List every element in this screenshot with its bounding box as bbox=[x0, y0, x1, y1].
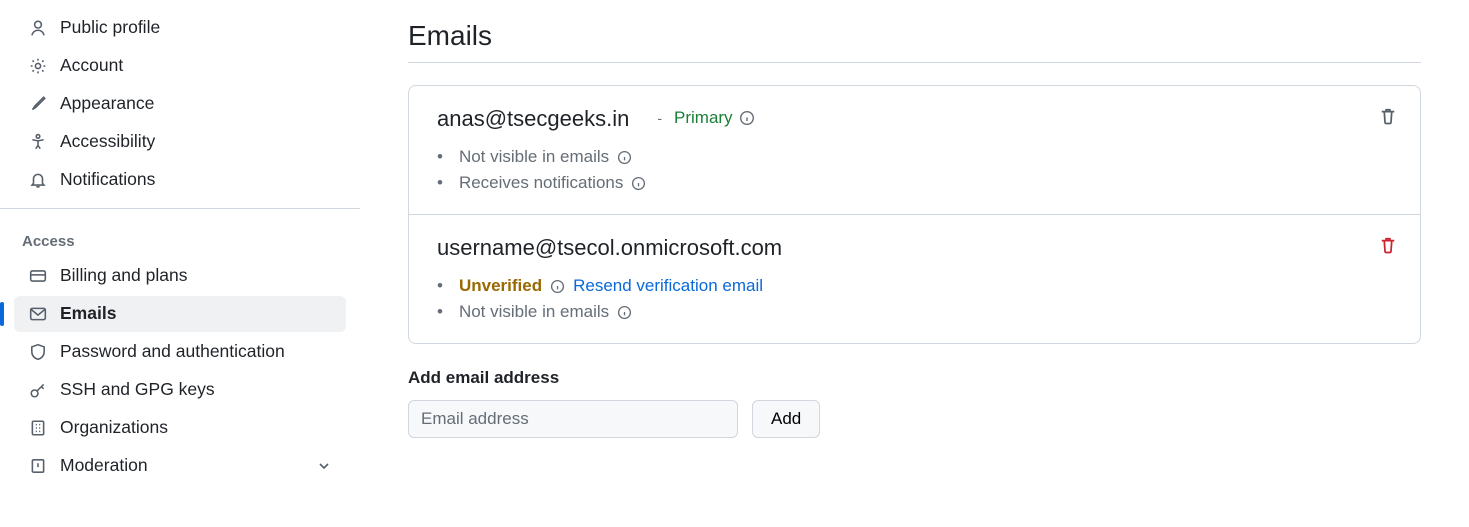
email-bullets: Not visible in emails Receives notificat… bbox=[437, 144, 1392, 196]
sidebar-label: Public profile bbox=[60, 19, 160, 37]
key-icon bbox=[28, 380, 48, 400]
delete-email-button[interactable] bbox=[1378, 106, 1398, 126]
bullet-text: Receives notifications bbox=[459, 173, 623, 193]
add-email-input[interactable] bbox=[408, 400, 738, 438]
paintbrush-icon bbox=[28, 94, 48, 114]
sidebar-label: Organizations bbox=[60, 419, 168, 437]
sidebar-label: Emails bbox=[60, 305, 116, 323]
add-email-button[interactable]: Add bbox=[752, 400, 820, 438]
email-list: anas@tsecgeeks.in - Primary Not visible … bbox=[408, 85, 1421, 344]
accessibility-icon bbox=[28, 132, 48, 152]
sidebar-label: SSH and GPG keys bbox=[60, 381, 215, 399]
gear-icon bbox=[28, 56, 48, 76]
primary-badge: - Primary bbox=[657, 108, 754, 128]
bullet-text: Not visible in emails bbox=[459, 147, 609, 167]
sidebar-item-moderation[interactable]: Moderation bbox=[14, 448, 346, 484]
shield-lock-icon bbox=[28, 342, 48, 362]
organization-icon bbox=[28, 418, 48, 438]
sidebar-label: Appearance bbox=[60, 95, 154, 113]
sidebar-item-emails[interactable]: Emails bbox=[14, 296, 346, 332]
separator-dash: - bbox=[657, 110, 662, 126]
sidebar-item-billing[interactable]: Billing and plans bbox=[14, 258, 346, 294]
sidebar-item-notifications[interactable]: Notifications bbox=[14, 162, 346, 198]
sidebar-item-password[interactable]: Password and authentication bbox=[14, 334, 346, 370]
sidebar-item-accessibility[interactable]: Accessibility bbox=[14, 124, 346, 160]
add-email-section: Add email address Add bbox=[408, 368, 1421, 438]
unverified-label: Unverified bbox=[459, 276, 542, 296]
sidebar-label: Billing and plans bbox=[60, 267, 187, 285]
add-email-label: Add email address bbox=[408, 368, 1421, 388]
email-bullets: Unverified Resend verification email Not… bbox=[437, 273, 1392, 325]
sidebar-divider bbox=[0, 208, 360, 209]
chevron-down-icon bbox=[316, 458, 332, 474]
main-panel: Emails anas@tsecgeeks.in - Primary bbox=[360, 0, 1469, 527]
sidebar-item-public-profile[interactable]: Public profile bbox=[14, 10, 346, 46]
email-row: anas@tsecgeeks.in - Primary Not visible … bbox=[409, 86, 1420, 214]
info-icon[interactable] bbox=[617, 150, 632, 165]
sidebar-label: Accessibility bbox=[60, 133, 155, 151]
email-address: anas@tsecgeeks.in bbox=[437, 108, 629, 130]
delete-email-button[interactable] bbox=[1378, 235, 1398, 255]
sidebar-label: Account bbox=[60, 57, 123, 75]
email-bullet: Not visible in emails bbox=[437, 144, 1392, 170]
sidebar-item-appearance[interactable]: Appearance bbox=[14, 86, 346, 122]
sidebar-group-access: Access bbox=[0, 215, 360, 256]
email-bullet: Not visible in emails bbox=[437, 299, 1392, 325]
info-icon[interactable] bbox=[739, 110, 755, 126]
settings-sidebar: Public profile Account Appearance Access… bbox=[0, 0, 360, 527]
email-row: username@tsecol.onmicrosoft.com Unverifi… bbox=[409, 214, 1420, 343]
bullet-text: Not visible in emails bbox=[459, 302, 609, 322]
primary-label: Primary bbox=[674, 108, 733, 128]
sidebar-item-ssh[interactable]: SSH and GPG keys bbox=[14, 372, 346, 408]
info-icon[interactable] bbox=[631, 176, 646, 191]
credit-card-icon bbox=[28, 266, 48, 286]
page-title: Emails bbox=[408, 20, 1421, 52]
sidebar-label: Notifications bbox=[60, 171, 155, 189]
info-icon[interactable] bbox=[550, 279, 565, 294]
report-icon bbox=[28, 456, 48, 476]
title-divider bbox=[408, 62, 1421, 63]
bell-icon bbox=[28, 170, 48, 190]
sidebar-label: Password and authentication bbox=[60, 343, 285, 361]
person-icon bbox=[28, 18, 48, 38]
resend-verification-link[interactable]: Resend verification email bbox=[573, 276, 763, 296]
email-bullet: Receives notifications bbox=[437, 170, 1392, 196]
sidebar-item-organizations[interactable]: Organizations bbox=[14, 410, 346, 446]
sidebar-item-account[interactable]: Account bbox=[14, 48, 346, 84]
info-icon[interactable] bbox=[617, 305, 632, 320]
email-bullet: Unverified Resend verification email bbox=[437, 273, 1392, 299]
mail-icon bbox=[28, 304, 48, 324]
email-address: username@tsecol.onmicrosoft.com bbox=[437, 237, 782, 259]
sidebar-label: Moderation bbox=[60, 457, 148, 475]
